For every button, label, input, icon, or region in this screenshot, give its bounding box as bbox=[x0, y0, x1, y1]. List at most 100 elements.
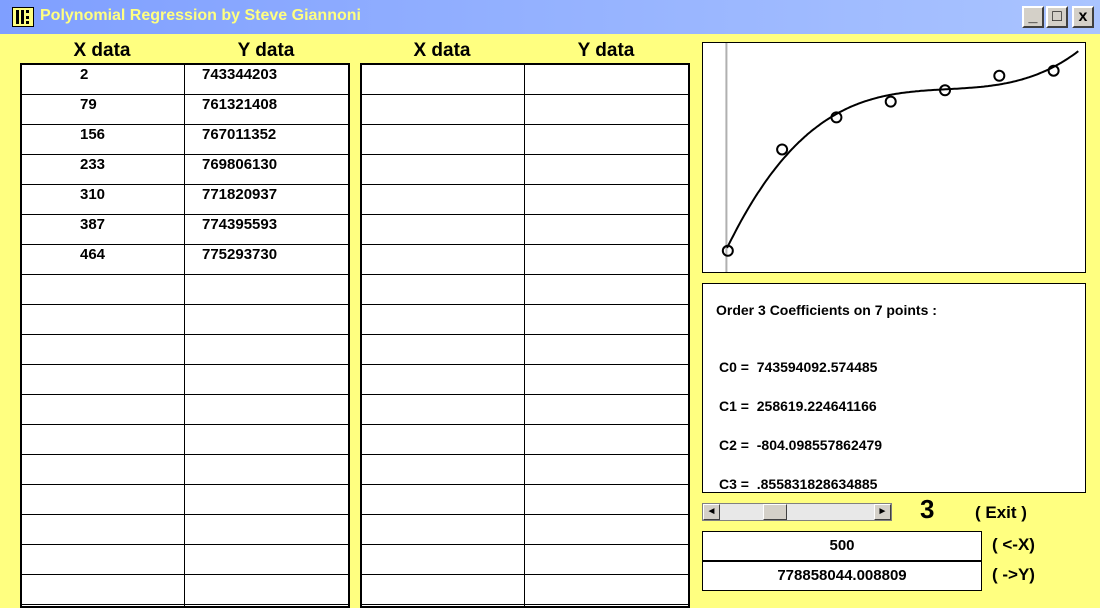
left-y-cell[interactable] bbox=[186, 575, 348, 604]
left-x-cell[interactable] bbox=[22, 335, 184, 364]
right-y-cell[interactable] bbox=[526, 485, 688, 514]
data-point bbox=[884, 95, 897, 108]
left-x-cell[interactable] bbox=[22, 575, 184, 604]
left-x-cell[interactable]: 233 bbox=[22, 155, 184, 184]
left-y-cell[interactable] bbox=[186, 395, 348, 424]
right-x-cell[interactable] bbox=[362, 305, 524, 334]
right-x-cell[interactable] bbox=[362, 95, 524, 124]
left-table-row: 79 761321408 bbox=[22, 95, 348, 125]
right-x-cell[interactable] bbox=[362, 455, 524, 484]
right-x-cell[interactable] bbox=[362, 125, 524, 154]
right-y-cell[interactable] bbox=[526, 305, 688, 334]
right-x-cell[interactable] bbox=[362, 155, 524, 184]
left-y-cell[interactable]: 767011352 bbox=[186, 125, 348, 154]
left-y-cell[interactable] bbox=[186, 425, 348, 454]
y-output-field[interactable]: 778858044.008809 bbox=[702, 561, 982, 591]
left-y-cell[interactable] bbox=[186, 275, 348, 304]
right-x-cell[interactable] bbox=[362, 215, 524, 244]
minimize-button[interactable]: _ bbox=[1022, 6, 1044, 28]
right-x-cell[interactable] bbox=[362, 245, 524, 274]
left-x-cell[interactable] bbox=[22, 545, 184, 574]
right-y-cell[interactable] bbox=[526, 215, 688, 244]
right-x-cell[interactable] bbox=[362, 515, 524, 544]
left-y-cell[interactable]: 774395593 bbox=[186, 215, 348, 244]
right-y-cell[interactable] bbox=[526, 515, 688, 544]
left-y-cell[interactable]: 769806130 bbox=[186, 155, 348, 184]
right-x-cell[interactable] bbox=[362, 365, 524, 394]
right-x-cell[interactable] bbox=[362, 425, 524, 454]
left-table-row bbox=[22, 425, 348, 455]
scroll-right-icon[interactable]: ► bbox=[874, 504, 891, 520]
right-y-cell[interactable] bbox=[526, 95, 688, 124]
right-x-cell[interactable] bbox=[362, 485, 524, 514]
left-column-separator bbox=[184, 65, 185, 606]
order-scrollbar[interactable]: ◄ ► bbox=[702, 503, 892, 521]
left-x-cell[interactable]: 156 bbox=[22, 125, 184, 154]
right-x-cell[interactable] bbox=[362, 545, 524, 574]
right-y-cell[interactable] bbox=[526, 425, 688, 454]
window-title: Polynomial Regression by Steve Giannoni bbox=[40, 7, 361, 24]
left-table-row: 2 743344203 bbox=[22, 65, 348, 95]
right-y-cell[interactable] bbox=[526, 455, 688, 484]
left-y-cell[interactable] bbox=[186, 455, 348, 484]
left-y-cell[interactable]: 761321408 bbox=[186, 95, 348, 124]
right-x-cell[interactable] bbox=[362, 335, 524, 364]
left-x-cell[interactable]: 2 bbox=[22, 65, 184, 94]
right-y-cell[interactable] bbox=[526, 65, 688, 94]
left-y-header: Y data bbox=[237, 40, 295, 61]
right-y-cell[interactable] bbox=[526, 575, 688, 604]
right-x-cell[interactable] bbox=[362, 275, 524, 304]
left-x-cell[interactable] bbox=[22, 275, 184, 304]
app-icon[interactable] bbox=[12, 7, 34, 27]
right-table-row bbox=[362, 185, 688, 215]
left-y-cell[interactable]: 771820937 bbox=[186, 185, 348, 214]
left-y-cell[interactable] bbox=[186, 485, 348, 514]
right-y-cell[interactable] bbox=[526, 245, 688, 274]
right-y-cell[interactable] bbox=[526, 365, 688, 394]
left-table-row: 464 775293730 bbox=[22, 245, 348, 275]
left-y-cell[interactable] bbox=[186, 545, 348, 574]
left-table-row bbox=[22, 545, 348, 575]
left-x-cell[interactable]: 387 bbox=[22, 215, 184, 244]
left-x-cell[interactable] bbox=[22, 365, 184, 394]
right-x-cell[interactable] bbox=[362, 575, 524, 604]
right-y-cell[interactable] bbox=[526, 125, 688, 154]
left-y-cell[interactable]: 743344203 bbox=[186, 65, 348, 94]
right-y-cell[interactable] bbox=[526, 395, 688, 424]
x-input-field[interactable]: 500 bbox=[702, 531, 982, 561]
left-x-cell[interactable] bbox=[22, 455, 184, 484]
close-button[interactable]: x bbox=[1072, 6, 1094, 28]
left-x-cell[interactable] bbox=[22, 425, 184, 454]
left-x-cell[interactable] bbox=[22, 395, 184, 424]
left-x-cell[interactable]: 464 bbox=[22, 245, 184, 274]
right-x-cell[interactable] bbox=[362, 395, 524, 424]
left-x-cell[interactable]: 79 bbox=[22, 95, 184, 124]
right-y-cell[interactable] bbox=[526, 185, 688, 214]
left-x-cell[interactable] bbox=[22, 485, 184, 514]
scroll-left-icon[interactable]: ◄ bbox=[703, 504, 720, 520]
left-y-cell[interactable] bbox=[186, 305, 348, 334]
right-table-row bbox=[362, 575, 688, 605]
right-y-cell[interactable] bbox=[526, 545, 688, 574]
left-y-cell[interactable]: 775293730 bbox=[186, 245, 348, 274]
scroll-thumb[interactable] bbox=[762, 504, 787, 520]
right-x-cell[interactable] bbox=[362, 185, 524, 214]
left-x-cell[interactable] bbox=[22, 305, 184, 334]
left-y-cell[interactable] bbox=[186, 515, 348, 544]
right-y-cell[interactable] bbox=[526, 275, 688, 304]
x-compute-button[interactable]: ( <-X) bbox=[992, 535, 1035, 555]
exit-button[interactable]: ( Exit ) bbox=[975, 503, 1027, 523]
right-table-row bbox=[362, 395, 688, 425]
left-x-cell[interactable]: 310 bbox=[22, 185, 184, 214]
right-y-cell[interactable] bbox=[526, 335, 688, 364]
right-x-cell[interactable] bbox=[362, 65, 524, 94]
title-bar: Polynomial Regression by Steve Giannoni … bbox=[0, 0, 1100, 34]
y-compute-button[interactable]: ( ->Y) bbox=[992, 565, 1035, 585]
order-value: 3 bbox=[920, 494, 935, 524]
right-x-header: X data bbox=[413, 40, 471, 61]
left-x-cell[interactable] bbox=[22, 515, 184, 544]
left-y-cell[interactable] bbox=[186, 365, 348, 394]
right-y-cell[interactable] bbox=[526, 155, 688, 184]
left-y-cell[interactable] bbox=[186, 335, 348, 364]
maximize-button[interactable]: □ bbox=[1046, 6, 1068, 28]
